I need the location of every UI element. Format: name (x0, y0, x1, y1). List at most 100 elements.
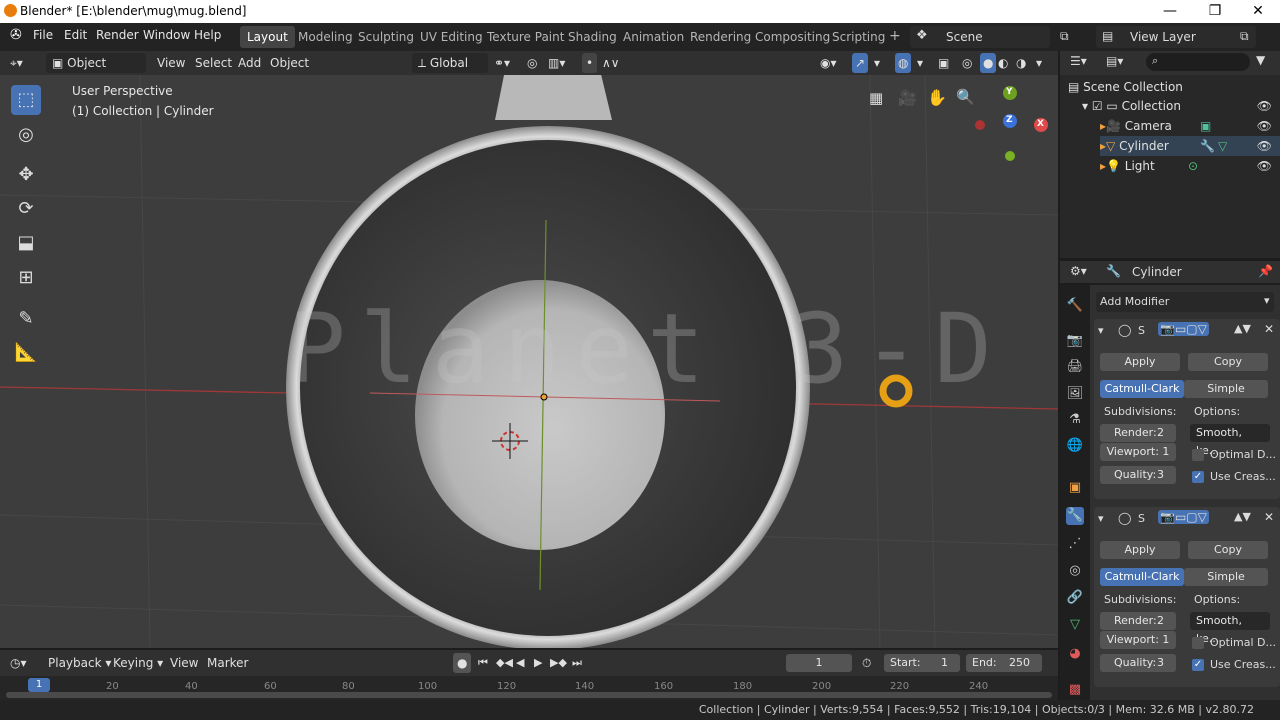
playhead[interactable]: 1 (28, 678, 50, 692)
render-levels-field[interactable]: Render: 2 (1100, 424, 1176, 442)
measure-tool-icon[interactable]: 📐 (11, 338, 41, 368)
menu-timeline-view[interactable]: View (170, 653, 198, 673)
xray-icon[interactable]: ▣ (938, 53, 949, 73)
proportional-edit-icon[interactable]: • (582, 53, 598, 73)
preview-range-icon[interactable]: ⏱ (862, 653, 871, 673)
overlay-dropdown-icon[interactable]: ▾ (917, 53, 923, 73)
menu-object[interactable]: Object (270, 53, 309, 73)
move-modifier-icon[interactable]: ▲▼ (1234, 510, 1251, 523)
tab-modeling[interactable]: Modeling (291, 26, 360, 48)
view-layer-tab-icon[interactable]: 🖼 (1066, 385, 1084, 403)
end-frame-field[interactable]: End: 250 (966, 654, 1042, 672)
uv-smooth-dropdown[interactable]: Smooth, ke... (1190, 612, 1270, 645)
timeline[interactable]: 1 20 40 60 80 100 120 140 160 180 200 22… (0, 676, 1058, 700)
optimal-display-checkbox[interactable] (1192, 449, 1204, 461)
timeline-scrollbar[interactable] (6, 692, 1052, 698)
blender-menu-icon[interactable]: ✇ (10, 27, 22, 43)
eye-icon[interactable]: 👁 (1257, 96, 1272, 116)
outliner-editor-icon[interactable]: ☰▾ (1070, 54, 1087, 68)
modifier-name-field[interactable]: S (1138, 324, 1145, 337)
prev-keyframe-icon[interactable]: ◆◀ (496, 653, 513, 673)
scene-selector[interactable]: ❖ Scene ⧉ (910, 26, 1069, 48)
remove-modifier-icon[interactable]: ✕ (1264, 322, 1274, 336)
minimize-button[interactable]: — (1150, 1, 1190, 21)
mode-dropdown[interactable]: ▣ Object Mode (46, 53, 146, 90)
scene-tab-icon[interactable]: ⚗ (1066, 411, 1084, 429)
use-creases-checkbox[interactable]: ✓ (1192, 471, 1204, 483)
select-box-tool[interactable]: ⬚ (11, 85, 41, 115)
rotate-tool-icon[interactable]: ⟳ (11, 194, 41, 224)
constraints-tab-icon[interactable]: 🔗 (1066, 589, 1084, 607)
menu-edit[interactable]: Edit (64, 28, 87, 42)
menu-help[interactable]: Help (194, 28, 221, 42)
tab-compositing[interactable]: Compositing (748, 26, 837, 48)
apply-button[interactable]: Apply (1100, 353, 1180, 371)
jump-start-icon[interactable]: ⏮ (478, 653, 488, 673)
view-layer-selector[interactable]: ▤ View Layer ⧉ (1096, 26, 1256, 48)
catmull-clark-toggle[interactable]: Catmull-Clark (1100, 380, 1184, 398)
remove-modifier-icon[interactable]: ✕ (1264, 510, 1274, 524)
menu-add[interactable]: Add (238, 53, 261, 73)
catmull-clark-toggle[interactable]: Catmull-Clark (1100, 568, 1184, 586)
copy-button[interactable]: Copy (1188, 541, 1268, 559)
data-tab-icon[interactable]: ▽ (1066, 616, 1084, 634)
object-tab-icon[interactable]: ▣ (1066, 479, 1084, 497)
move-tool-icon[interactable]: ✥ (11, 160, 41, 190)
add-modifier-dropdown[interactable]: Add Modifier ▾ (1096, 292, 1274, 312)
simple-toggle[interactable]: Simple (1184, 568, 1268, 586)
outliner-row-cylinder[interactable]: ▸▽ Cylinder 🔧 ▽ 👁 (1100, 136, 1280, 156)
outliner-row-light[interactable]: ▸💡 Light ⊙ 👁 (1100, 156, 1280, 176)
falloff-icon[interactable]: ∧∨ (602, 53, 620, 73)
expand-arrow-icon[interactable]: ▾ (1082, 99, 1092, 113)
texture-tab-icon[interactable]: ▩ (1066, 681, 1084, 699)
wireframe-shading-icon[interactable]: ◎ (962, 53, 972, 73)
tab-animation[interactable]: Animation (616, 26, 691, 48)
tool-tab-icon[interactable]: 🔨 (1066, 297, 1084, 315)
start-frame-field[interactable]: Start: 1 (884, 654, 960, 672)
collapse-arrow-icon[interactable]: ▾ (1098, 512, 1104, 525)
outliner-row-collection[interactable]: ▾ ☑ ▭ Collection 👁 (1082, 96, 1280, 116)
modifier-name-field[interactable]: S (1138, 512, 1145, 525)
apply-button[interactable]: Apply (1100, 541, 1180, 559)
close-button[interactable]: ✕ (1238, 1, 1278, 21)
annotate-tool-icon[interactable]: ✎ (11, 304, 41, 334)
play-reverse-icon[interactable]: ◀ (516, 653, 524, 673)
camera-view-icon[interactable]: 🎥 (898, 89, 917, 107)
copy-scene-icon[interactable]: ⧉ (1060, 29, 1069, 44)
world-tab-icon[interactable]: 🌐 (1066, 437, 1084, 455)
material-shading-icon[interactable]: ◐ (998, 53, 1008, 73)
material-tab-icon[interactable]: ◕ (1066, 645, 1084, 663)
snap-mode-icon[interactable]: ▥▾ (548, 53, 565, 73)
visibility-icon[interactable]: ◉▾ (820, 53, 837, 73)
eye-icon[interactable]: 👁 (1257, 136, 1272, 156)
record-button[interactable]: ● (453, 653, 472, 673)
gizmo-toggle-icon[interactable]: ↗ (852, 53, 869, 73)
modifier-visibility-toggles[interactable]: 📷▭▢▽ (1158, 510, 1209, 524)
menu-keying[interactable]: Keying ▾ (113, 653, 163, 673)
add-workspace-button[interactable]: + (882, 26, 908, 48)
outliner-row-camera[interactable]: ▸🎥 Camera ▣ 👁 (1100, 116, 1280, 136)
transform-tool-icon[interactable]: ⊞ (11, 263, 41, 293)
snap-icon[interactable]: ◎ (527, 53, 537, 73)
gizmo-dropdown-icon[interactable]: ▾ (874, 53, 880, 73)
menu-window[interactable]: Window (143, 28, 190, 42)
editor-type-icon[interactable]: ⌖▾ (10, 53, 23, 73)
menu-view[interactable]: View (157, 53, 185, 73)
toggle-camera-persp-icon[interactable]: ▦ (869, 89, 883, 107)
quality-field[interactable]: Quality: 3 (1100, 466, 1176, 484)
pivot-icon[interactable]: ⚭▾ (494, 53, 510, 73)
viewport-levels-field[interactable]: Viewport: 1 (1100, 443, 1176, 461)
viewport-levels-field[interactable]: Viewport: 1 (1100, 631, 1176, 649)
display-mode-icon[interactable]: ▤▾ (1106, 54, 1123, 68)
jump-end-icon[interactable]: ⏭ (572, 653, 582, 673)
outliner-row-scene-collection[interactable]: ▤ Scene Collection (1068, 77, 1280, 97)
modifier-visibility-toggles[interactable]: 📷▭▢▽ (1158, 322, 1209, 336)
scale-tool-icon[interactable]: ⬓ (11, 228, 41, 258)
modifier-tab-icon[interactable]: 🔧 (1066, 507, 1084, 525)
next-keyframe-icon[interactable]: ▶◆ (550, 653, 567, 673)
menu-render[interactable]: Render (96, 28, 139, 42)
filter-icon[interactable]: ▼ (1256, 53, 1265, 67)
collapse-arrow-icon[interactable]: ▾ (1098, 324, 1104, 337)
use-creases-checkbox[interactable]: ✓ (1192, 659, 1204, 671)
tab-rendering[interactable]: Rendering (683, 26, 758, 48)
